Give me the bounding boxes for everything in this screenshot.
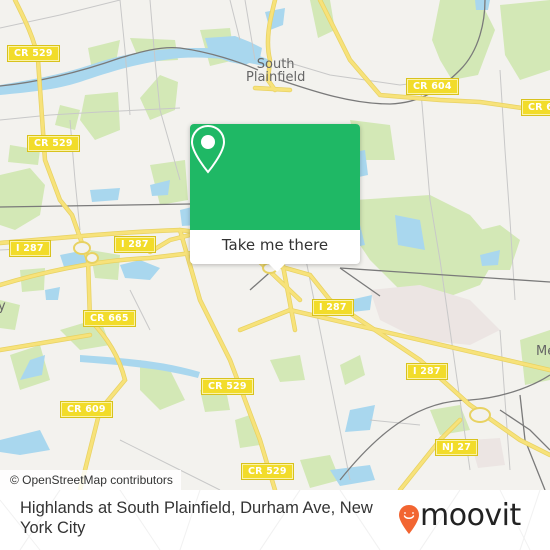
- map-canvas[interactable]: South Plainfield Me y CR 529 CR 529 CR 6…: [0, 0, 550, 490]
- road-shield: CR 6: [520, 99, 550, 116]
- road-shield: I 287: [114, 236, 156, 253]
- popup-pointer: [269, 264, 285, 272]
- road-shield: CR 529: [201, 378, 254, 395]
- road-shield: I 287: [406, 363, 448, 380]
- road-shield: CR 665: [83, 310, 136, 327]
- map-attribution[interactable]: © OpenStreetMap contributors: [0, 470, 181, 490]
- road-shield: CR 529: [7, 45, 60, 62]
- road-shield: CR 604: [406, 78, 459, 95]
- road-shield: I 287: [312, 299, 354, 316]
- place-label-left-edge: y: [0, 300, 6, 313]
- place-label-line: Me: [536, 344, 550, 359]
- moovit-pin-logo-icon: [399, 505, 419, 534]
- popup-header: [190, 124, 360, 230]
- place-label-line: Plainfield: [246, 70, 306, 85]
- place-label-south-plainfield: South Plainfield: [246, 58, 305, 84]
- place-label-line: y: [0, 299, 6, 314]
- road-shield: CR 529: [241, 463, 294, 480]
- road-shield: CR 609: [60, 401, 113, 418]
- moovit-wordmark: moovit: [420, 498, 521, 533]
- location-title: Highlands at South Plainfield, Durham Av…: [20, 499, 373, 537]
- take-me-there-button[interactable]: Take me there: [190, 230, 360, 264]
- footer-bar: Highlands at South Plainfield, Durham Av…: [0, 490, 550, 550]
- industrial-area: [370, 285, 500, 345]
- moovit-logo[interactable]: moovit: [398, 498, 538, 540]
- road-shield: I 287: [9, 240, 51, 257]
- map-widget: South Plainfield Me y CR 529 CR 529 CR 6…: [0, 0, 550, 550]
- road-shield: NJ 27: [434, 439, 479, 456]
- map-pin-icon: [190, 124, 226, 174]
- place-label-metuchen: Me: [536, 345, 550, 358]
- road-shield: CR 529: [27, 135, 80, 152]
- location-popup: Take me there: [190, 124, 360, 272]
